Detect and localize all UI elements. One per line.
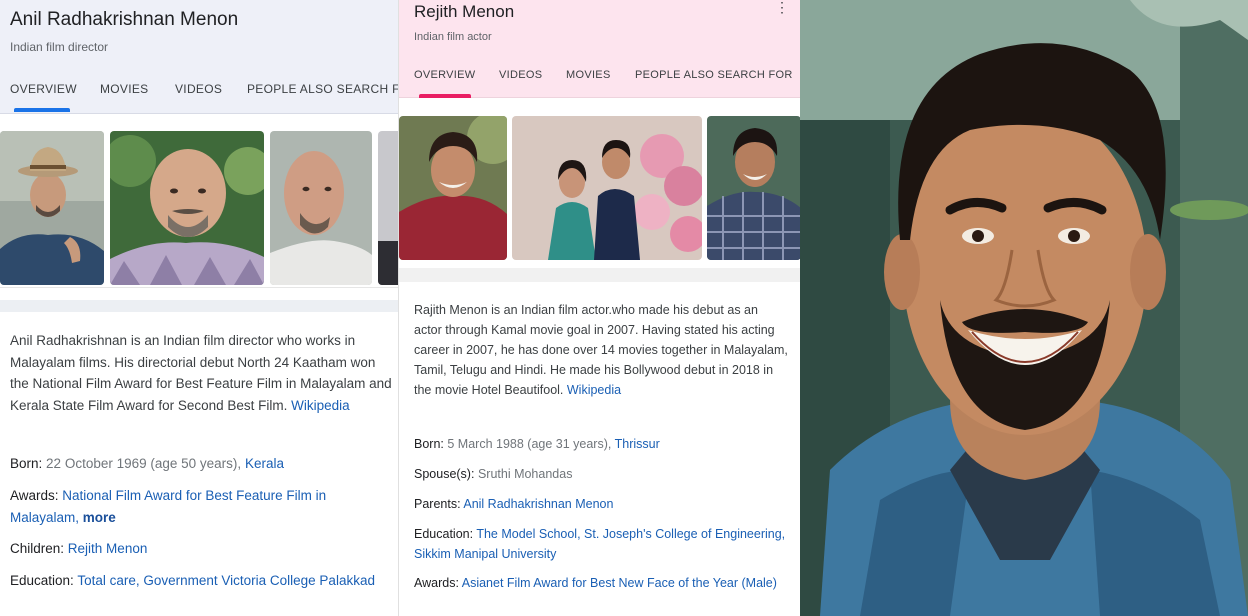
director-knowledge-panel: Anil Radhakrishnan Menon Indian film dir… [0, 0, 398, 616]
tab-overview[interactable]: OVERVIEW [10, 82, 77, 96]
photo-thumbnail[interactable] [110, 131, 264, 285]
man-in-hat-photo [0, 131, 104, 285]
panel-header: Rejith Menon Indian film actor ⋮ OVERVIE… [399, 0, 800, 98]
fact-born: Born: 22 October 1969 (age 50 years), Ke… [10, 453, 392, 475]
fact-value: 5 March 1988 (age 31 years), [447, 437, 612, 451]
tab-people-also-search[interactable]: PEOPLE ALSO SEARCH F [247, 82, 398, 96]
fact-label: Parents: [414, 497, 461, 511]
panel-header: Anil Radhakrishnan Menon Indian film dir… [0, 0, 398, 114]
tab-movies[interactable]: MOVIES [100, 82, 148, 96]
fact-label: Education: [414, 527, 474, 541]
fact-label: Awards: [414, 576, 459, 590]
entity-title: Rejith Menon [414, 2, 515, 21]
young-man-portrait-photo [399, 116, 507, 260]
fact-value: 22 October 1969 (age 50 years), [46, 456, 242, 471]
couple-photo [512, 116, 702, 260]
fact-awards: Awards: Asianet Film Award for Best New … [414, 573, 789, 593]
wikipedia-link[interactable]: Wikipedia [291, 398, 350, 413]
fact-born: Born: 5 March 1988 (age 31 years), Thris… [414, 434, 789, 454]
birthplace-link[interactable]: Thrissur [615, 437, 660, 451]
man-checked-shirt-photo [707, 116, 800, 260]
panel-tabs: OVERVIEW MOVIES VIDEOS PEOPLE ALSO SEARC… [10, 82, 398, 102]
fact-label: Education: [10, 573, 74, 588]
fact-parents: Parents: Anil Radhakrishnan Menon [414, 494, 789, 514]
tab-videos[interactable]: VIDEOS [499, 69, 542, 81]
partial-photo [378, 131, 398, 285]
bald-man-portrait-photo [110, 131, 264, 285]
fact-label: Children: [10, 541, 65, 556]
actor-knowledge-panel: Rejith Menon Indian film actor ⋮ OVERVIE… [398, 0, 800, 616]
actor-portrait-image [800, 0, 1248, 616]
fact-education: Education: The Model School, St. Joseph'… [414, 524, 789, 564]
smiling-actor-photo [800, 0, 1248, 616]
photo-thumbnail[interactable] [378, 131, 398, 285]
entity-subtitle: Indian film director [10, 40, 109, 54]
fact-spouse: Spouse(s): Sruthi Mohandas [414, 464, 789, 484]
panel-tabs: OVERVIEW VIDEOS MOVIES PEOPLE ALSO SEARC… [414, 69, 800, 87]
photo-thumbnail[interactable] [0, 131, 104, 285]
tab-movies[interactable]: MOVIES [566, 69, 611, 81]
fact-awards: Awards: National Film Award for Best Fea… [10, 485, 392, 528]
tab-videos[interactable]: VIDEOS [175, 82, 222, 96]
photo-thumbnail[interactable] [270, 131, 372, 285]
fact-label: Awards: [10, 488, 59, 503]
fact-value: Sruthi Mohandas [477, 467, 573, 481]
tab-people-also-search[interactable]: PEOPLE ALSO SEARCH FOR [635, 69, 793, 81]
entity-description: Rajith Menon is an Indian film actor.who… [414, 300, 789, 400]
more-link[interactable]: more [83, 510, 116, 525]
active-tab-indicator [14, 108, 70, 112]
wikipedia-link[interactable]: Wikipedia [567, 383, 621, 397]
award-link[interactable]: Asianet Film Award for Best New Face of … [462, 576, 777, 590]
more-options-icon[interactable]: ⋮ [775, 0, 789, 16]
section-divider [399, 268, 800, 282]
parent-link[interactable]: Anil Radhakrishnan Menon [463, 497, 613, 511]
fact-education: Education: Total care, Government Victor… [10, 570, 392, 592]
fact-label: Born: [10, 456, 43, 471]
section-divider [0, 300, 398, 312]
education-link[interactable]: Total care, Government Victoria College … [77, 573, 375, 588]
photo-strip [0, 128, 398, 288]
bald-man-side-photo [270, 131, 372, 285]
entity-subtitle: Indian film actor [414, 31, 492, 43]
fact-label: Spouse(s): [414, 467, 475, 481]
photo-thumbnail[interactable] [512, 116, 702, 260]
entity-description: Anil Radhakrishnan is an Indian film dir… [10, 330, 392, 416]
entity-title: Anil Radhakrishnan Menon [10, 9, 239, 30]
photo-thumbnail[interactable] [399, 116, 507, 260]
child-link[interactable]: Rejith Menon [68, 541, 148, 556]
active-tab-indicator [419, 94, 471, 98]
photo-thumbnail[interactable] [707, 116, 800, 260]
photo-strip [399, 114, 800, 262]
birthplace-link[interactable]: Kerala [245, 456, 284, 471]
tab-overview[interactable]: OVERVIEW [414, 69, 476, 81]
fact-label: Born: [414, 437, 444, 451]
fact-children: Children: Rejith Menon [10, 538, 392, 560]
